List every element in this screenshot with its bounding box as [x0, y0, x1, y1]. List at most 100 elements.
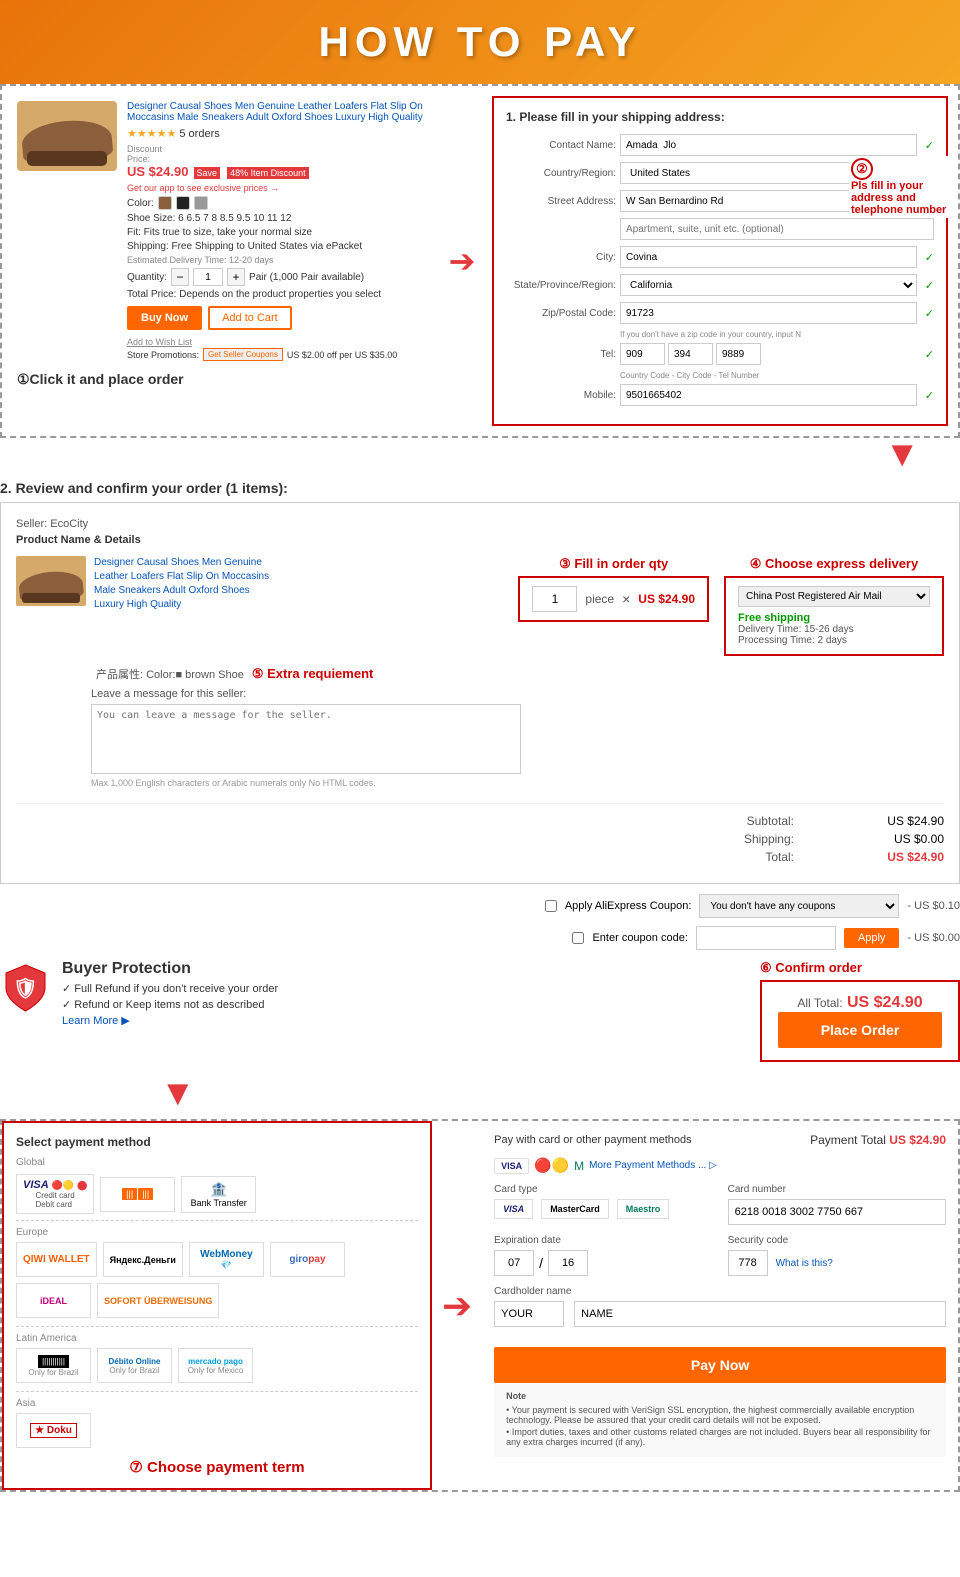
pay-with-label: Pay with card or other payment methods — [494, 1134, 691, 1146]
circle-num-2: ② — [851, 158, 873, 180]
what-is-this-link[interactable]: What is this? — [776, 1258, 833, 1269]
tel-input-2[interactable] — [668, 343, 713, 365]
mastercard-type-btn[interactable]: MasterCard — [541, 1199, 609, 1219]
qty-decrease-btn[interactable]: − — [171, 268, 189, 286]
expiry-year-input[interactable] — [548, 1250, 588, 1276]
shipping-title: 1. Please fill in your shipping address: — [506, 110, 934, 124]
seller-row: Seller: EcoCity — [16, 518, 944, 530]
contact-input[interactable] — [620, 134, 917, 156]
city-check: ✓ — [925, 251, 934, 264]
expiry-month-input[interactable] — [494, 1250, 534, 1276]
coupon-checkbox[interactable] — [545, 900, 557, 912]
country-label: Country/Region: — [506, 168, 616, 179]
all-total-row: All Total: US $24.90 — [778, 994, 942, 1012]
holder-label: Cardholder name — [494, 1286, 946, 1297]
message-label: Leave a message for this seller: — [91, 688, 944, 700]
other-payment-btn[interactable]: ||| ||| — [100, 1177, 175, 1212]
color-swatch-brown[interactable] — [158, 196, 172, 210]
learn-more-link[interactable]: Learn More ▶ — [62, 1014, 278, 1027]
latin-label: Latin America — [16, 1333, 418, 1344]
arrow-right: ➔ — [432, 96, 492, 426]
apt-input[interactable] — [620, 218, 934, 240]
maestro-type-btn[interactable]: Maestro — [617, 1199, 670, 1219]
holder-first-input[interactable] — [494, 1301, 564, 1327]
order-product-img — [16, 556, 86, 606]
total-val-2: US $24.90 — [844, 850, 944, 864]
delivery-section: ④ Choose express delivery China Post Reg… — [724, 556, 944, 656]
sofort-btn[interactable]: SOFORT ÜBERWEISUNG — [97, 1283, 219, 1318]
card-number-input[interactable] — [728, 1199, 946, 1225]
confirm-row: 🛡 Buyer Protection ✓ Full Refund if you … — [0, 960, 960, 1062]
latin-grid: ||||||||||| Only for Brazil Débito Onlin… — [16, 1348, 418, 1383]
giropay-btn[interactable]: giropay — [270, 1242, 345, 1277]
mobile-row: Mobile: ✓ — [506, 384, 934, 406]
orange-bars: ||| ||| — [122, 1188, 153, 1200]
enter-coupon-checkbox[interactable] — [572, 932, 584, 944]
bank-transfer-btn[interactable]: 🏦 Bank Transfer — [181, 1176, 256, 1213]
webmoney-btn[interactable]: WebMoney 💎 — [189, 1242, 264, 1277]
seller-coupon-btn[interactable]: Get Seller Coupons — [203, 348, 283, 361]
pay-now-btn[interactable]: Pay Now — [494, 1347, 946, 1383]
wish-list-btn[interactable]: Add to Wish List — [127, 337, 192, 347]
security-input[interactable] — [728, 1250, 768, 1276]
coupon-select[interactable]: You don't have any coupons — [699, 894, 899, 918]
place-order-btn[interactable]: Place Order — [778, 1012, 942, 1048]
contact-check: ✓ — [925, 139, 934, 152]
debito-btn[interactable]: Débito Online Only for Brazil — [97, 1348, 172, 1383]
mobile-input[interactable] — [620, 384, 917, 406]
city-row: City: ✓ — [506, 246, 934, 268]
color-swatch-black[interactable] — [176, 196, 190, 210]
wishlist-row: Add to Wish List — [127, 336, 427, 348]
buy-now-btn[interactable]: Buy Now — [127, 306, 202, 330]
total-row: Total Price: Depends on the product prop… — [127, 289, 427, 300]
buyer-prot-item-2: ✓ Refund or Keep items not as described — [62, 998, 278, 1011]
total-row-2: Total: US $24.90 — [16, 850, 944, 864]
shipping-row-2: Shipping: US $0.00 — [16, 832, 944, 846]
delivery-box: China Post Registered Air Mail Free ship… — [724, 576, 944, 656]
boleto-label: Only for Brazil — [28, 1368, 78, 1377]
tel-input-1[interactable] — [620, 343, 665, 365]
color-swatch-gray[interactable] — [194, 196, 208, 210]
yandex-btn[interactable]: Яндекс.Деньги — [103, 1242, 183, 1277]
qiwi-btn[interactable]: QIWI WALLET — [16, 1242, 97, 1277]
order-qty-input[interactable] — [532, 586, 577, 612]
tel-input-3[interactable] — [716, 343, 761, 365]
zip-hint: If you don't have a zip code in your cou… — [620, 330, 934, 339]
apply-btn[interactable]: Apply — [844, 928, 900, 948]
visa-type-btn[interactable]: VISA — [494, 1199, 533, 1219]
tel-hint: Country Code - City Code - Tel Number — [620, 371, 934, 380]
city-input[interactable] — [620, 246, 917, 268]
delivery-time: Delivery Time: 15-26 days — [738, 624, 930, 635]
boleto-btn[interactable]: ||||||||||| Only for Brazil — [16, 1348, 91, 1383]
add-to-cart-btn[interactable]: Add to Cart — [208, 306, 292, 330]
more-methods-link[interactable]: More Payment Methods ... ▷ — [589, 1160, 717, 1171]
card-num-label: Card number — [728, 1184, 946, 1195]
message-textarea[interactable] — [91, 704, 521, 774]
holder-last-input[interactable] — [574, 1301, 946, 1327]
giropay-text: giropay — [289, 1254, 325, 1265]
europe-divider — [16, 1220, 418, 1221]
product-title: Designer Causal Shoes Men Genuine Leathe… — [127, 101, 427, 123]
state-select[interactable]: California — [620, 274, 917, 296]
qty-input[interactable] — [193, 268, 223, 286]
free-shipping: Free shipping — [738, 612, 930, 624]
delivery-select[interactable]: China Post Registered Air Mail — [738, 586, 930, 607]
payment-left-title: Select payment method — [16, 1135, 418, 1149]
holder-inputs — [494, 1301, 946, 1327]
ideal-btn[interactable]: iDEAL — [16, 1283, 91, 1318]
choose-payment-note: ⑦ Choose payment term — [16, 1458, 418, 1476]
arrow-down-icon: ▼ — [884, 433, 920, 474]
coupon-discount-2: - US $0.00 — [907, 932, 960, 944]
choose-delivery-label: ④ Choose express delivery — [750, 556, 918, 572]
visa-mc-credit-btn[interactable]: VISA 🔴🟡 ⬤ Credit cardDebit card — [16, 1174, 94, 1214]
state-row: State/Province/Region: California ✓ — [506, 274, 934, 296]
expiry-inputs: / — [494, 1250, 712, 1276]
zip-input[interactable] — [620, 302, 917, 324]
doku-btn[interactable]: ★ Doku — [16, 1413, 91, 1448]
coupon-code-input[interactable] — [696, 926, 836, 950]
qty-price-box: piece × US $24.90 — [518, 576, 709, 622]
doku-text: ★ Doku — [30, 1423, 77, 1438]
qty-increase-btn[interactable]: + — [227, 268, 245, 286]
sofort-text: SOFORT ÜBERWEISUNG — [104, 1296, 212, 1306]
mercado-btn[interactable]: mercado pago Only for Mexico — [178, 1348, 253, 1383]
